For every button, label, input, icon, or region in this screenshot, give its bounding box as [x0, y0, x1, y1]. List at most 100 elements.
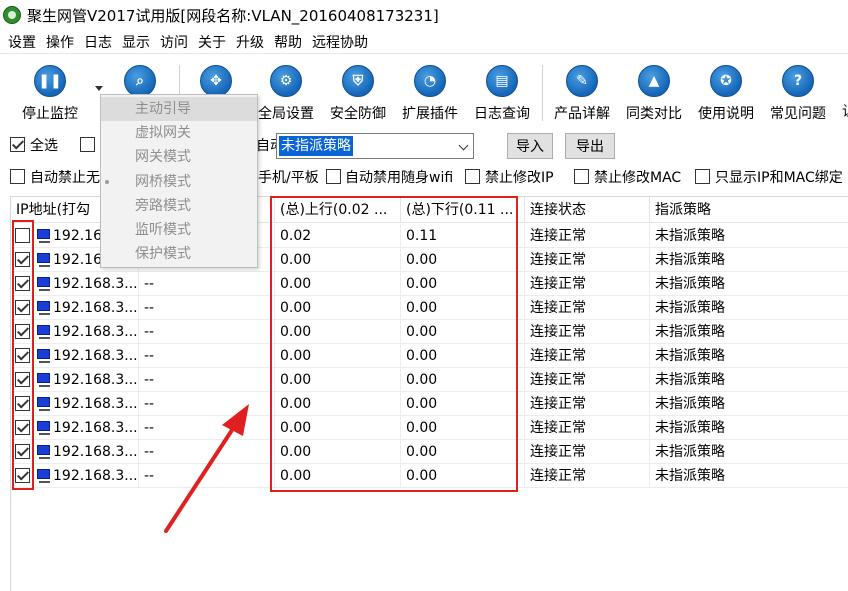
ban-mac-change-checkbox[interactable] [574, 169, 589, 184]
mode-menu-item-label: 网关模式 [135, 149, 191, 166]
cell-ip: 192.168.3... [51, 344, 139, 368]
edit-icon: ✎ [566, 65, 598, 97]
cell-policy: 未指派策略 [650, 392, 848, 416]
log-query-button[interactable]: ▤ 日志查询 [474, 65, 530, 123]
move-button[interactable]: ✥ [200, 65, 232, 97]
mode-menu-item[interactable]: 保护模式 [101, 242, 257, 266]
gear-icon: ⚙ [270, 65, 302, 97]
select-all-checkbox[interactable] [10, 137, 25, 152]
mode-menu-item[interactable]: 主动引导 [101, 97, 257, 121]
cell-policy: 未指派策略 [650, 440, 848, 464]
manual-button[interactable]: ✪ 使用说明 [698, 65, 754, 123]
cell-name: -- [139, 464, 275, 488]
mode-menu-item[interactable]: 虚拟网关 [101, 121, 257, 145]
computer-icon [37, 229, 50, 243]
menu-operate[interactable]: 操作 [38, 32, 74, 52]
menu-remote-assist[interactable]: 远程协助 [304, 32, 368, 52]
pie-chart-icon: ◔ [414, 65, 446, 97]
security-defense-label: 安全防御 [330, 106, 386, 122]
mode-menu-item-label: 虚拟网关 [135, 125, 191, 142]
menu-upgrade[interactable]: 升级 [228, 32, 264, 52]
computer-icon [37, 325, 50, 339]
product-details-button[interactable]: ✎ 产品详解 [554, 65, 610, 123]
menu-about[interactable]: 关于 [190, 32, 226, 52]
cell-status: 连接正常 [525, 272, 650, 296]
computer-icon [37, 373, 50, 387]
auto-ban-label: 自动禁止无 [30, 170, 100, 186]
cell-ip: 192.168.3... [51, 440, 139, 464]
ban-ip-change-checkbox[interactable] [465, 169, 480, 184]
menu-display[interactable]: 显示 [114, 32, 150, 52]
extension-plugin-button[interactable]: ◔ 扩展插件 [402, 65, 458, 123]
cell-status: 连接正常 [525, 320, 650, 344]
question-icon: ? [782, 65, 814, 97]
policy-select-value: 未指派策略 [279, 136, 353, 156]
extension-plugin-label: 扩展插件 [402, 106, 458, 122]
cell-policy: 未指派策略 [650, 344, 848, 368]
policy-select[interactable]: 未指派策略 [276, 133, 474, 159]
cell-ip: 192.168.3... [51, 392, 139, 416]
cell-name: -- [139, 368, 275, 392]
global-settings-button[interactable]: ⚙ 全局设置 [258, 65, 314, 123]
cell-policy: 未指派策略 [650, 272, 848, 296]
menu-access[interactable]: 访问 [152, 32, 188, 52]
stop-monitor-label: 停止监控 [22, 106, 78, 122]
cell-policy: 未指派策略 [650, 368, 848, 392]
faq-button[interactable]: ? 常见问题 [770, 65, 826, 123]
dropdown-arrow-icon[interactable] [95, 86, 103, 91]
mode-popup-menu: 主动引导虚拟网关网关模式网桥模式旁路模式 监听模式 保护模式 [100, 94, 258, 268]
truncated-toolbar-label[interactable]: 让 [842, 101, 848, 121]
filter-checkbox[interactable] [80, 137, 95, 152]
mobile-label: 手机/平板 [258, 170, 319, 186]
ban-mac-change-label: 禁止修改MAC [594, 170, 682, 186]
compare-button[interactable]: ▲ 同类对比 [626, 65, 682, 123]
import-button[interactable]: 导入 [507, 133, 553, 159]
menu-help[interactable]: 帮助 [266, 32, 302, 52]
cell-name: -- [139, 296, 275, 320]
cell-name: -- [139, 320, 275, 344]
header-status[interactable]: 连接状态 [525, 197, 650, 223]
cell-status: 连接正常 [525, 392, 650, 416]
mode-menu-item[interactable]: 旁路模式 [101, 194, 257, 218]
cell-ip: 192.168.3... [51, 464, 139, 488]
cell-policy: 未指派策略 [650, 224, 848, 248]
ip-mac-bind-label: 只显示IP和MAC绑定 [715, 170, 843, 186]
title-bar: 聚生网管V2017试用版[网段名称:VLAN_20160408173231] [0, 0, 848, 30]
cell-ip: 192.168.3... [51, 272, 139, 296]
ip-mac-bind-checkbox[interactable] [695, 169, 710, 184]
computer-icon [37, 421, 50, 435]
mode-menu-item-label: 主动引导 [135, 101, 191, 117]
security-defense-button[interactable]: ⛨ 安全防御 [330, 65, 386, 123]
computer-icon [37, 469, 50, 483]
export-button[interactable]: 导出 [565, 133, 615, 159]
menu-log[interactable]: 日志 [76, 32, 112, 52]
shield-icon: ⛨ [342, 65, 374, 97]
cell-name: -- [139, 416, 275, 440]
cell-status: 连接正常 [525, 224, 650, 248]
menu-settings[interactable]: 设置 [0, 32, 36, 52]
stop-monitor-button[interactable]: ❚❚ 停止监控 [22, 65, 78, 123]
mode-menu-item-label: 网桥模式 [135, 173, 191, 190]
product-details-label: 产品详解 [554, 106, 610, 122]
auto-ban-checkbox[interactable] [10, 169, 25, 184]
scan-button[interactable]: ⌕ [124, 65, 156, 97]
cell-status: 连接正常 [525, 440, 650, 464]
computer-icon [37, 277, 50, 291]
auto-ban-wifi-checkbox[interactable] [326, 169, 341, 184]
computer-icon [37, 397, 50, 411]
mode-menu-item[interactable]: 监听模式 [101, 218, 257, 242]
computer-icon [37, 253, 50, 267]
mode-menu-item[interactable]: 网关模式 [101, 145, 257, 169]
cell-ip: 192.168.3... [51, 416, 139, 440]
ban-ip-change-label: 禁止修改IP [485, 170, 554, 186]
search-icon: ⌕ [124, 65, 156, 97]
cell-policy: 未指派策略 [650, 296, 848, 320]
graduation-cap-icon: ▲ [638, 65, 670, 97]
selected-dot-icon [105, 179, 109, 184]
faq-label: 常见问题 [770, 106, 826, 122]
mode-menu-item[interactable]: 网桥模式 [101, 170, 257, 194]
header-policy[interactable]: 指派策略 [650, 197, 848, 223]
cell-name: -- [139, 440, 275, 464]
checkbox-column-highlight [12, 220, 34, 490]
cell-policy: 未指派策略 [650, 464, 848, 488]
